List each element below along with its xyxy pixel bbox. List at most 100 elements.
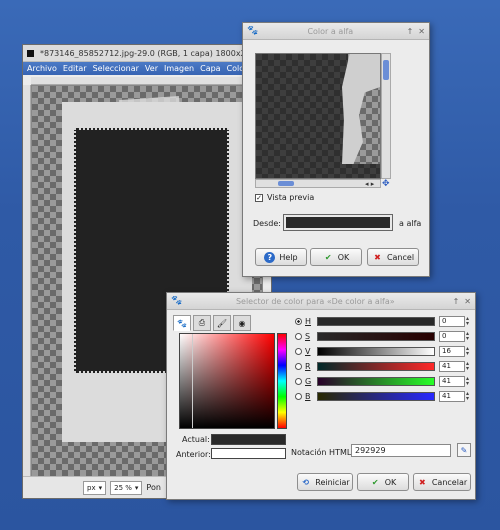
zoom-select[interactable]: 25 % ▾ [110, 480, 143, 495]
preview-label: Vista previa [267, 193, 315, 202]
slider-b[interactable] [317, 391, 435, 401]
unit-value: px [87, 483, 96, 492]
preview-checkbox-row[interactable]: ✓ Vista previa [255, 193, 314, 202]
spin-arrows-icon[interactable]: ▴ ▾ [466, 391, 469, 402]
slider-row-r[interactable]: R 41 ▴ ▾ [295, 360, 469, 372]
color-wheel-icon: ◉ [238, 318, 246, 328]
tab-gimp-selector[interactable]: 🐾 [173, 315, 191, 331]
radio-h[interactable] [295, 317, 302, 325]
cancel-button[interactable]: ✖ Cancelar [413, 473, 471, 491]
hue-strip[interactable] [277, 333, 287, 429]
dialog-titlebar[interactable]: 🐾 Color a alfa ↑ ✕ [243, 23, 429, 40]
slider-row-s[interactable]: S 0 ▴ ▾ [295, 330, 469, 342]
slider-r[interactable] [317, 361, 435, 371]
value-g[interactable]: 41 [439, 375, 465, 387]
navigate-icon[interactable]: ✥ [382, 179, 390, 189]
color-selector-dialog: 🐾 Selector de color para «De color a alf… [166, 292, 476, 500]
previous-color-swatch[interactable] [211, 448, 286, 459]
reset-label: Reiniciar [315, 477, 350, 487]
chevron-down-icon: ▾ [98, 483, 103, 492]
ok-button[interactable]: ✔ OK [310, 248, 362, 266]
menubar: Archivo Editar Seleccionar Ver Imagen Ca… [23, 62, 271, 75]
radio-v[interactable] [295, 347, 302, 355]
from-color-button[interactable] [283, 214, 393, 231]
tab-wheel[interactable]: ◉ [233, 315, 251, 331]
sv-cursor-line [192, 334, 193, 428]
help-button[interactable]: ? Help [255, 248, 307, 266]
value-r[interactable]: 41 [439, 360, 465, 372]
value-b[interactable]: 41 [439, 390, 465, 402]
gimp-window-title: *873146_85852712.jpg-29.0 (RGB, 1 capa) … [40, 48, 251, 58]
scroll-thumb[interactable] [383, 60, 389, 80]
radio-s[interactable] [295, 332, 302, 340]
value-h[interactable]: 0 [439, 315, 465, 327]
spin-arrows-icon[interactable]: ▴ ▾ [466, 346, 469, 357]
zoom-value: 25 % [114, 483, 132, 492]
reset-button[interactable]: ⟲ Reiniciar [297, 473, 353, 491]
color-picker-icon[interactable]: ✎ [457, 443, 471, 457]
saturation-value-square[interactable] [179, 333, 275, 429]
slider-s[interactable] [317, 331, 435, 341]
slider-row-g[interactable]: G 41 ▴ ▾ [295, 375, 469, 387]
label-g: G [305, 376, 312, 386]
scroll-thumb[interactable] [278, 181, 294, 186]
slider-row-b[interactable]: B 41 ▴ ▾ [295, 390, 469, 402]
menu-editar[interactable]: Editar [63, 64, 87, 73]
preview-vertical-scrollbar[interactable] [381, 53, 391, 179]
spin-arrows-icon[interactable]: ▴ ▾ [466, 361, 469, 372]
preview-horizontal-scrollbar[interactable] [255, 179, 381, 188]
gimp-wilber-icon: 🐾 [171, 296, 183, 306]
gimp-titlebar[interactable]: *873146_85852712.jpg-29.0 (RGB, 1 capa) … [23, 45, 271, 62]
label-b: B [305, 391, 311, 401]
radio-r[interactable] [295, 362, 302, 370]
printer-icon: ⎙ [198, 318, 206, 327]
vertical-ruler [23, 85, 31, 477]
help-label: Help [279, 252, 298, 262]
radio-b[interactable] [295, 392, 302, 400]
menu-archivo[interactable]: Archivo [27, 64, 57, 73]
ok-button[interactable]: ✔ OK [357, 473, 409, 491]
unit-select[interactable]: px ▾ [83, 480, 107, 495]
dialog-titlebar[interactable]: 🐾 Selector de color para «De color a alf… [167, 293, 475, 310]
menu-capa[interactable]: Capa [200, 64, 220, 73]
spin-arrows-icon[interactable]: ▴ ▾ [466, 316, 469, 327]
scroll-arrows-icon[interactable]: ◂ ▸ [365, 180, 374, 188]
preview-area[interactable] [255, 53, 381, 179]
html-notation-label: Notación HTML: [291, 448, 355, 457]
slider-row-h[interactable]: H 0 ▴ ▾ [295, 315, 469, 327]
close-icon[interactable]: ✕ [464, 297, 471, 306]
selector-tabs: 🐾 ⎙ 🖌 ◉ [173, 315, 251, 331]
slider-v[interactable] [317, 346, 435, 356]
preview-checkbox[interactable]: ✓ [255, 193, 263, 202]
menu-seleccionar[interactable]: Seleccionar [93, 64, 139, 73]
value-s[interactable]: 0 [439, 330, 465, 342]
slider-g[interactable] [317, 376, 435, 386]
to-alpha-label: a alfa [399, 219, 422, 228]
dialog-title: Color a alfa [307, 26, 354, 36]
color-to-alpha-dialog: 🐾 Color a alfa ↑ ✕ ◂ ▸ ✥ ✓ Vista previa … [242, 22, 430, 277]
tab-watercolor[interactable]: 🖌 [213, 315, 231, 331]
close-icon[interactable]: ✕ [418, 27, 425, 36]
slider-h[interactable] [317, 316, 435, 326]
html-notation-input[interactable]: 292929 [351, 444, 451, 457]
radio-g[interactable] [295, 377, 302, 385]
window-icon [27, 49, 34, 57]
cancel-button[interactable]: ✖ Cancel [367, 248, 419, 266]
actual-color-swatch [211, 434, 286, 445]
from-label: Desde: [253, 219, 281, 228]
label-h: H [305, 316, 312, 326]
menu-imagen[interactable]: Imagen [164, 64, 194, 73]
menu-ver[interactable]: Ver [145, 64, 158, 73]
status-text: Pon [146, 483, 161, 492]
maximize-icon[interactable]: ↑ [453, 297, 460, 306]
gimp-wilber-icon: 🐾 [247, 26, 259, 36]
value-v[interactable]: 16 [439, 345, 465, 357]
maximize-icon[interactable]: ↑ [407, 27, 414, 36]
tab-cmyk[interactable]: ⎙ [193, 315, 211, 331]
check-icon: ✔ [371, 477, 379, 487]
label-v: V [305, 346, 311, 356]
slider-row-v[interactable]: V 16 ▴ ▾ [295, 345, 469, 357]
cancel-label: Cancelar [431, 477, 468, 487]
spin-arrows-icon[interactable]: ▴ ▾ [466, 376, 469, 387]
spin-arrows-icon[interactable]: ▴ ▾ [466, 331, 469, 342]
